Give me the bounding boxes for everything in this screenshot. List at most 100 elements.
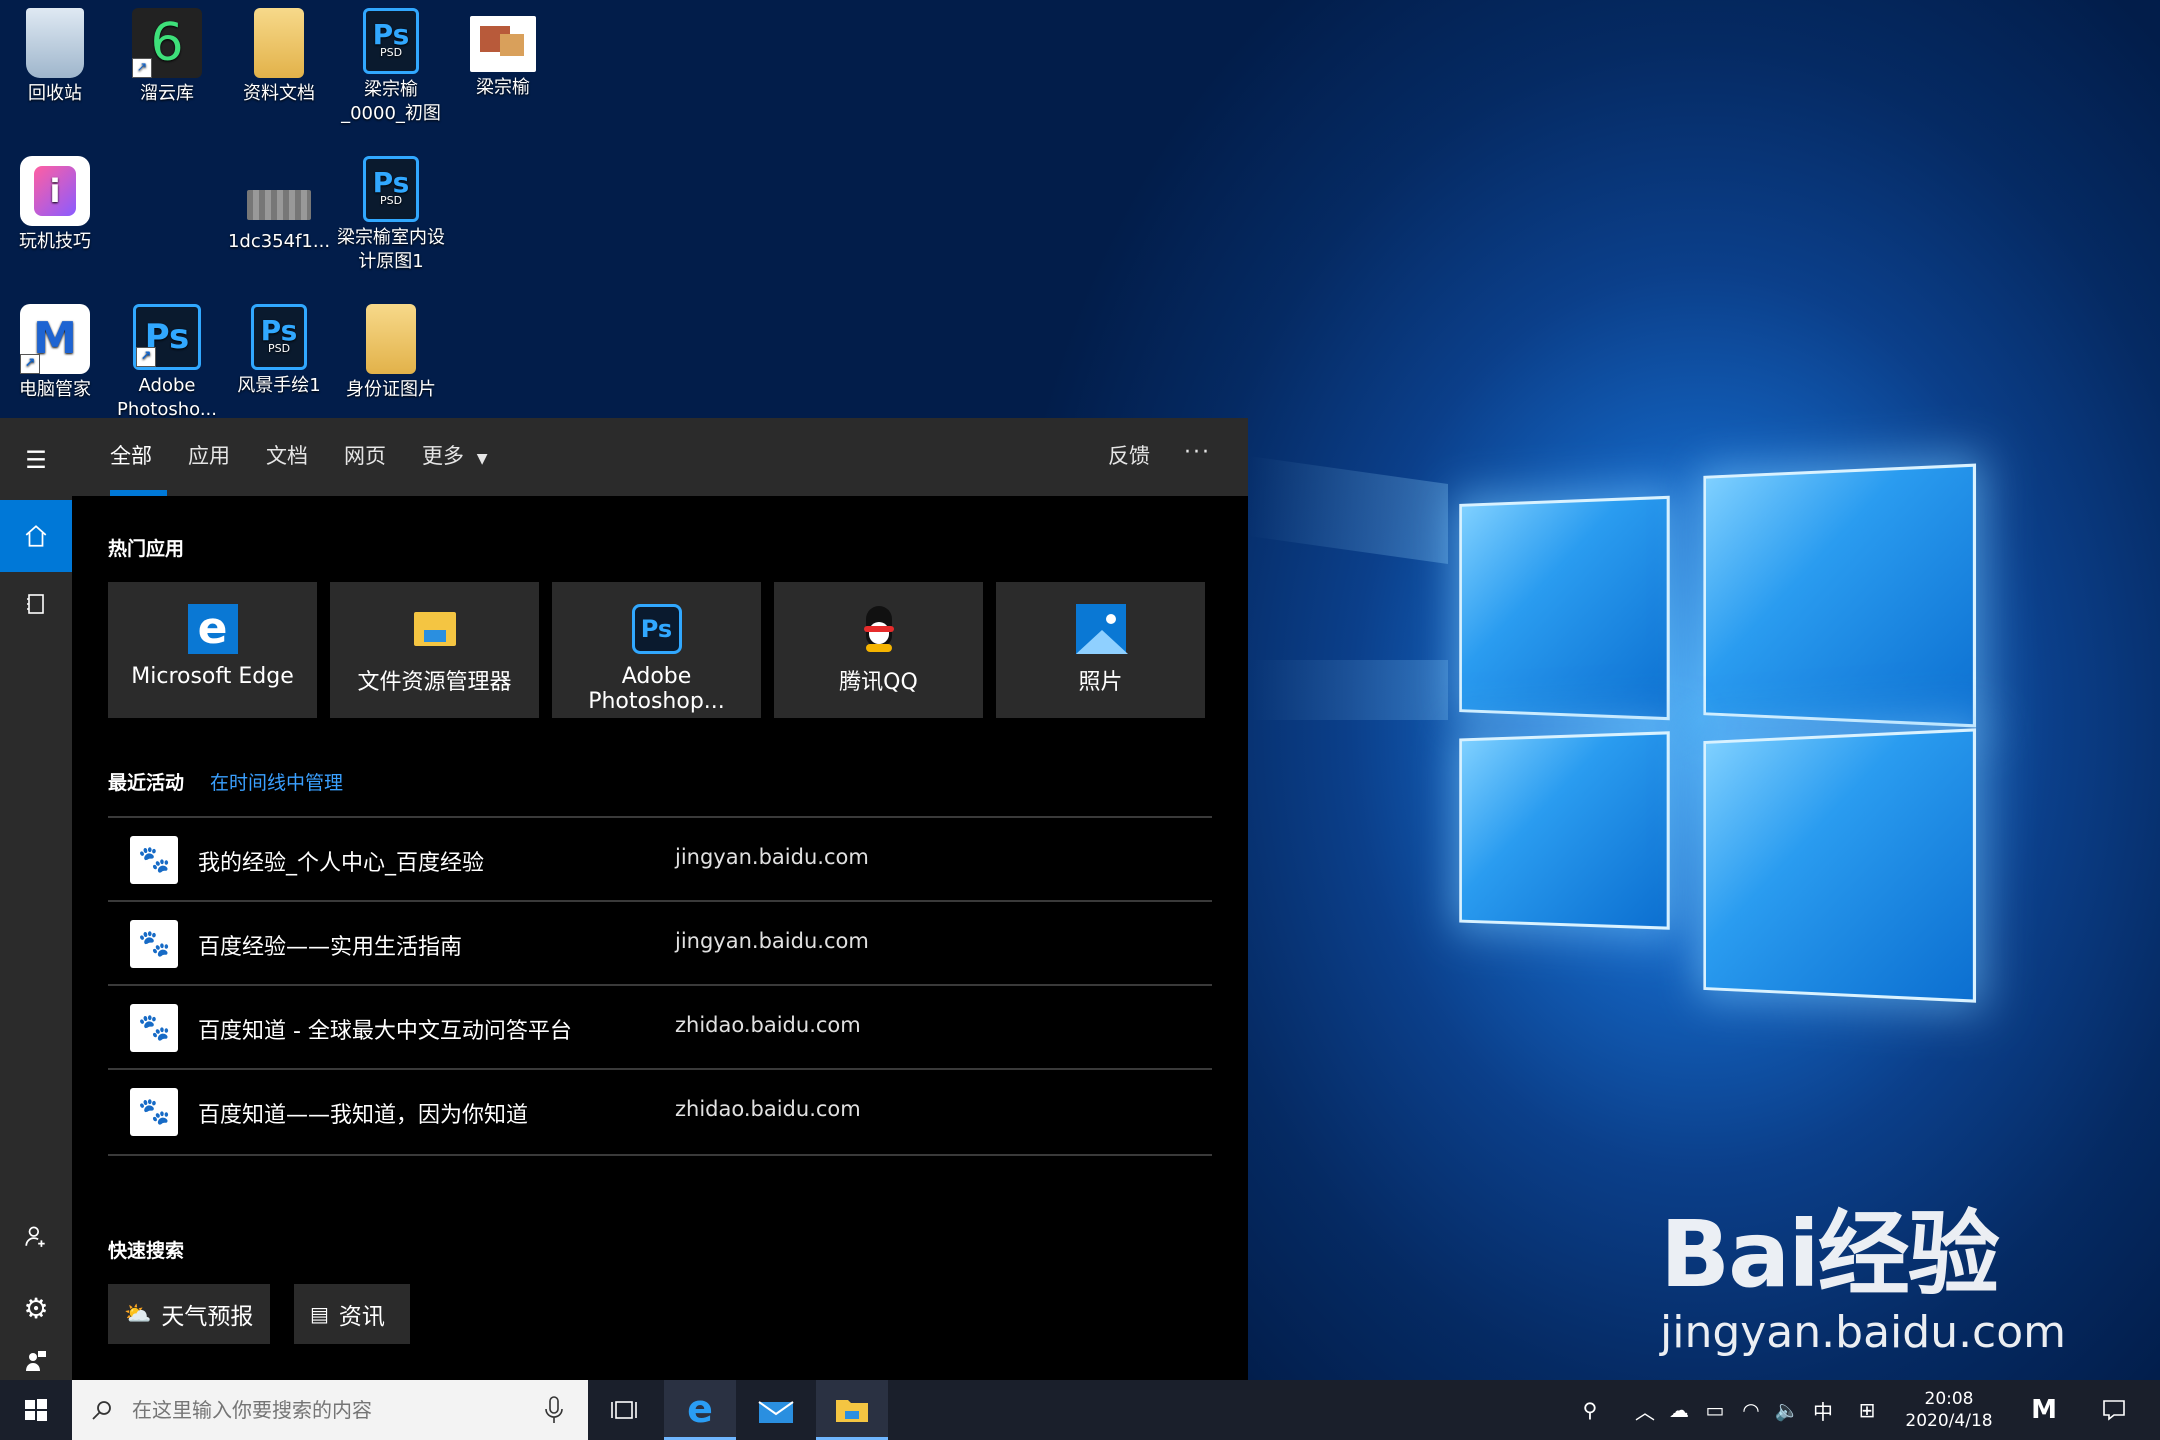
more-options-button[interactable]: ··· [1184,440,1211,474]
tab-web[interactable]: 网页 [344,440,386,474]
desktop-icon-recycle-bin[interactable]: 回收站 [0,8,110,106]
desktop-icon-image-file[interactable]: 梁宗榆 [448,8,558,100]
desktop-icon-liuyunku[interactable]: 6 ↗ 溜云库 [112,8,222,106]
task-view-button[interactable] [588,1380,660,1440]
tab-apps[interactable]: 应用 [188,440,230,474]
psd-file-icon: Ps PSD [363,156,419,222]
desktop-icon-tips[interactable]: i 玩机技巧 [0,156,110,254]
desktop: 回收站 6 ↗ 溜云库 资料文档 Ps PSD 梁宗榆 _0000_初图 梁宗榆 i… [0,0,2160,1440]
edge-icon: e [687,1386,713,1431]
recent-item[interactable]: 🐾 百度知道 - 全球最大中文互动问答平台 zhidao.baidu.com [108,984,1212,1070]
folder-icon [254,8,304,78]
manage-timeline-link[interactable]: 在时间线中管理 [210,768,343,795]
microphone-icon[interactable] [544,1396,564,1424]
search-panel-rail: ☰ ⚙ [0,418,72,1380]
account-button[interactable] [0,1200,72,1272]
desktop-icon-psd-landscape[interactable]: Ps PSD 风景手绘1 [224,304,334,398]
search-input[interactable] [130,1392,514,1428]
image-thumbnail-icon [247,190,311,220]
notification-icon [2103,1400,2125,1421]
battery-button[interactable]: ▭ [1698,1380,1732,1440]
desktop-icon-thumbnail[interactable]: 1dc354f1... [224,156,334,254]
home-icon [25,525,47,547]
watermark-brand: Bai经验 [1660,1201,2000,1308]
pc-manager-tray-button[interactable]: M [2020,1380,2068,1440]
recent-item[interactable]: 🐾 百度经验——实用生活指南 jingyan.baidu.com [108,900,1212,986]
desktop-icon-label: 回收站 [28,83,82,104]
watermark-url: jingyan.baidu.com [1660,1307,2067,1358]
start-button[interactable] [0,1380,72,1440]
search-panel: ☰ ⚙ 全部 应用 文档 网页 更多 ▼ 反馈 ··· 热门应用 e Micro… [0,418,1248,1380]
recent-item-title: 百度知道——我知道，因为你知道 [198,1103,529,1128]
desktop-icon-psd-initial[interactable]: Ps PSD 梁宗榆 _0000_初图 [336,8,446,126]
volume-button[interactable]: 🔈 [1770,1380,1804,1440]
hamburger-icon: ☰ [25,446,47,474]
feedback-button[interactable]: 反馈 [1108,440,1150,474]
app-tile-file-explorer[interactable]: 文件资源管理器 [330,582,539,718]
liuyunku-app-icon: 6 ↗ [132,8,202,78]
baidu-jingyan-watermark: Bai经验 jingyan.baidu.com [1660,1205,2066,1361]
desktop-icon-docs-folder[interactable]: 资料文档 [224,8,334,106]
recent-item[interactable]: 🐾 百度知道——我知道，因为你知道 zhidao.baidu.com [108,1068,1212,1156]
tab-documents[interactable]: 文档 [266,440,308,474]
popular-apps-title: 热门应用 [108,538,185,560]
network-button[interactable]: ◠ [1734,1380,1768,1440]
person-add-icon [25,1226,45,1247]
recent-item[interactable]: 🐾 我的经验_个人中心_百度经验 jingyan.baidu.com [108,816,1212,902]
shortcut-arrow-icon: ↗ [20,354,40,374]
ime-mode-button[interactable]: ⊞ [1850,1380,1884,1440]
notebook-button[interactable] [0,568,72,640]
mail-icon [758,1401,794,1423]
tab-all[interactable]: 全部 [110,440,152,474]
app-tile-photos[interactable]: 照片 [996,582,1205,718]
settings-button[interactable]: ⚙ [0,1272,72,1344]
taskbar-search-box[interactable] [72,1380,588,1440]
ime-grid-icon: ⊞ [1858,1398,1876,1422]
desktop-icon-label: 玩机技巧 [19,231,91,252]
desktop-icon-psd-interior[interactable]: Ps PSD 梁宗榆室内设 计原图1 [336,156,446,274]
psd-file-icon: Ps PSD [363,8,419,74]
hamburger-menu-button[interactable]: ☰ [0,424,72,496]
tab-more[interactable]: 更多 ▼ [422,440,487,474]
people-button[interactable]: ⚲ [1570,1380,1610,1440]
baidu-paw-icon: 🐾 [130,1004,178,1052]
app-tile-photoshop[interactable]: Ps Adobe Photoshop... [552,582,761,718]
quick-search-news[interactable]: ▤ 资讯 [294,1284,410,1344]
show-hidden-icons-button[interactable]: ︿ [1630,1380,1660,1440]
pc-manager-icon: M ↗ [20,304,90,374]
app-tile-qq[interactable]: 腾讯QQ [774,582,983,718]
input-method-button[interactable]: 中 [1806,1380,1840,1440]
desktop-icon-id-folder[interactable]: 身份证图片 [336,304,446,402]
file-explorer-icon [410,604,460,654]
app-tile-edge[interactable]: e Microsoft Edge [108,582,317,718]
photoshop-app-icon: Ps ↗ [133,304,201,370]
desktop-icon-label: 风景手绘1 [237,375,321,396]
action-center-button[interactable] [2090,1380,2138,1440]
speaker-icon: 🔈 [1774,1398,1800,1422]
feedback-rail-button[interactable] [0,1342,72,1380]
tips-app-icon: i [20,156,90,226]
quick-search-weather[interactable]: ⛅ 天气预报 [108,1284,270,1344]
onedrive-button[interactable]: ☁ [1662,1380,1696,1440]
tab-more-label: 更多 [422,444,464,468]
recent-activity-title: 最近活动 [108,772,185,794]
desktop-icon-photoshop[interactable]: Ps ↗ Adobe Photosho... [112,304,222,418]
desktop-icon-label-line2: 计原图1 [358,251,424,272]
taskbar: e ⚲ ︿ ☁ ▭ ◠ 🔈 中 ⊞ 20:08 2020/4/18 M [0,1380,2160,1440]
app-tile-label: Microsoft Edge [131,664,294,689]
taskbar-edge[interactable]: e [664,1380,736,1440]
desktop-icon-label: 溜云库 [140,83,194,104]
recent-item-domain: jingyan.baidu.com [675,845,869,869]
edge-icon: e [187,604,238,654]
taskbar-mail[interactable] [740,1380,812,1440]
recent-item-domain: zhidao.baidu.com [675,1013,861,1037]
taskbar-file-explorer[interactable] [816,1380,888,1440]
quick-search-label: 天气预报 [161,1304,254,1330]
cloud-icon: ☁ [1669,1398,1689,1422]
clock-button[interactable]: 20:08 2020/4/18 [1894,1380,2004,1440]
desktop-icon-label-line2: Photosho... [117,399,217,418]
active-tab-indicator [110,490,167,496]
desktop-icon-pc-manager[interactable]: M ↗ 电脑管家 [0,304,110,402]
app-tile-label: 照片 [1078,670,1123,695]
home-button[interactable] [0,500,72,572]
